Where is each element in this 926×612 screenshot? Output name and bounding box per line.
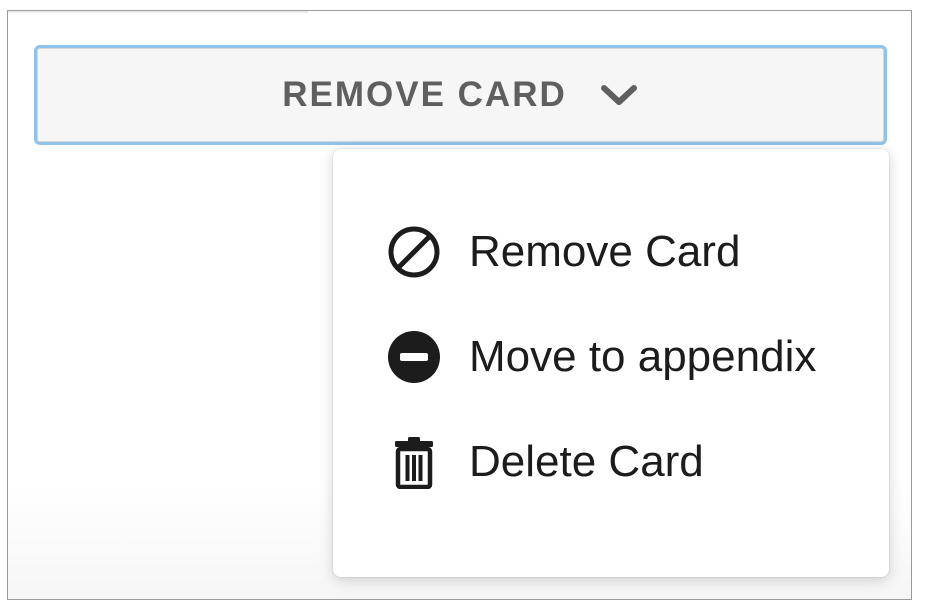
- menu-item-label: Move to appendix: [469, 331, 817, 381]
- trash-icon: [387, 435, 441, 489]
- dialog-frame: REMOVE CARD Remove Card Move to appendix…: [7, 10, 912, 600]
- menu-item-label: Delete Card: [469, 436, 704, 486]
- menu-item-delete-card[interactable]: Delete Card: [333, 399, 889, 524]
- remove-card-menu: Remove Card Move to appendix Delete Card: [333, 149, 889, 577]
- chevron-down-icon: [599, 82, 639, 108]
- dropdown-label: REMOVE CARD: [282, 75, 567, 114]
- remove-card-dropdown-button[interactable]: REMOVE CARD: [34, 45, 887, 145]
- top-strip: [8, 11, 308, 13]
- minus-circle-icon: [387, 330, 441, 384]
- menu-item-label: Remove Card: [469, 226, 741, 276]
- prohibited-icon: [387, 225, 441, 279]
